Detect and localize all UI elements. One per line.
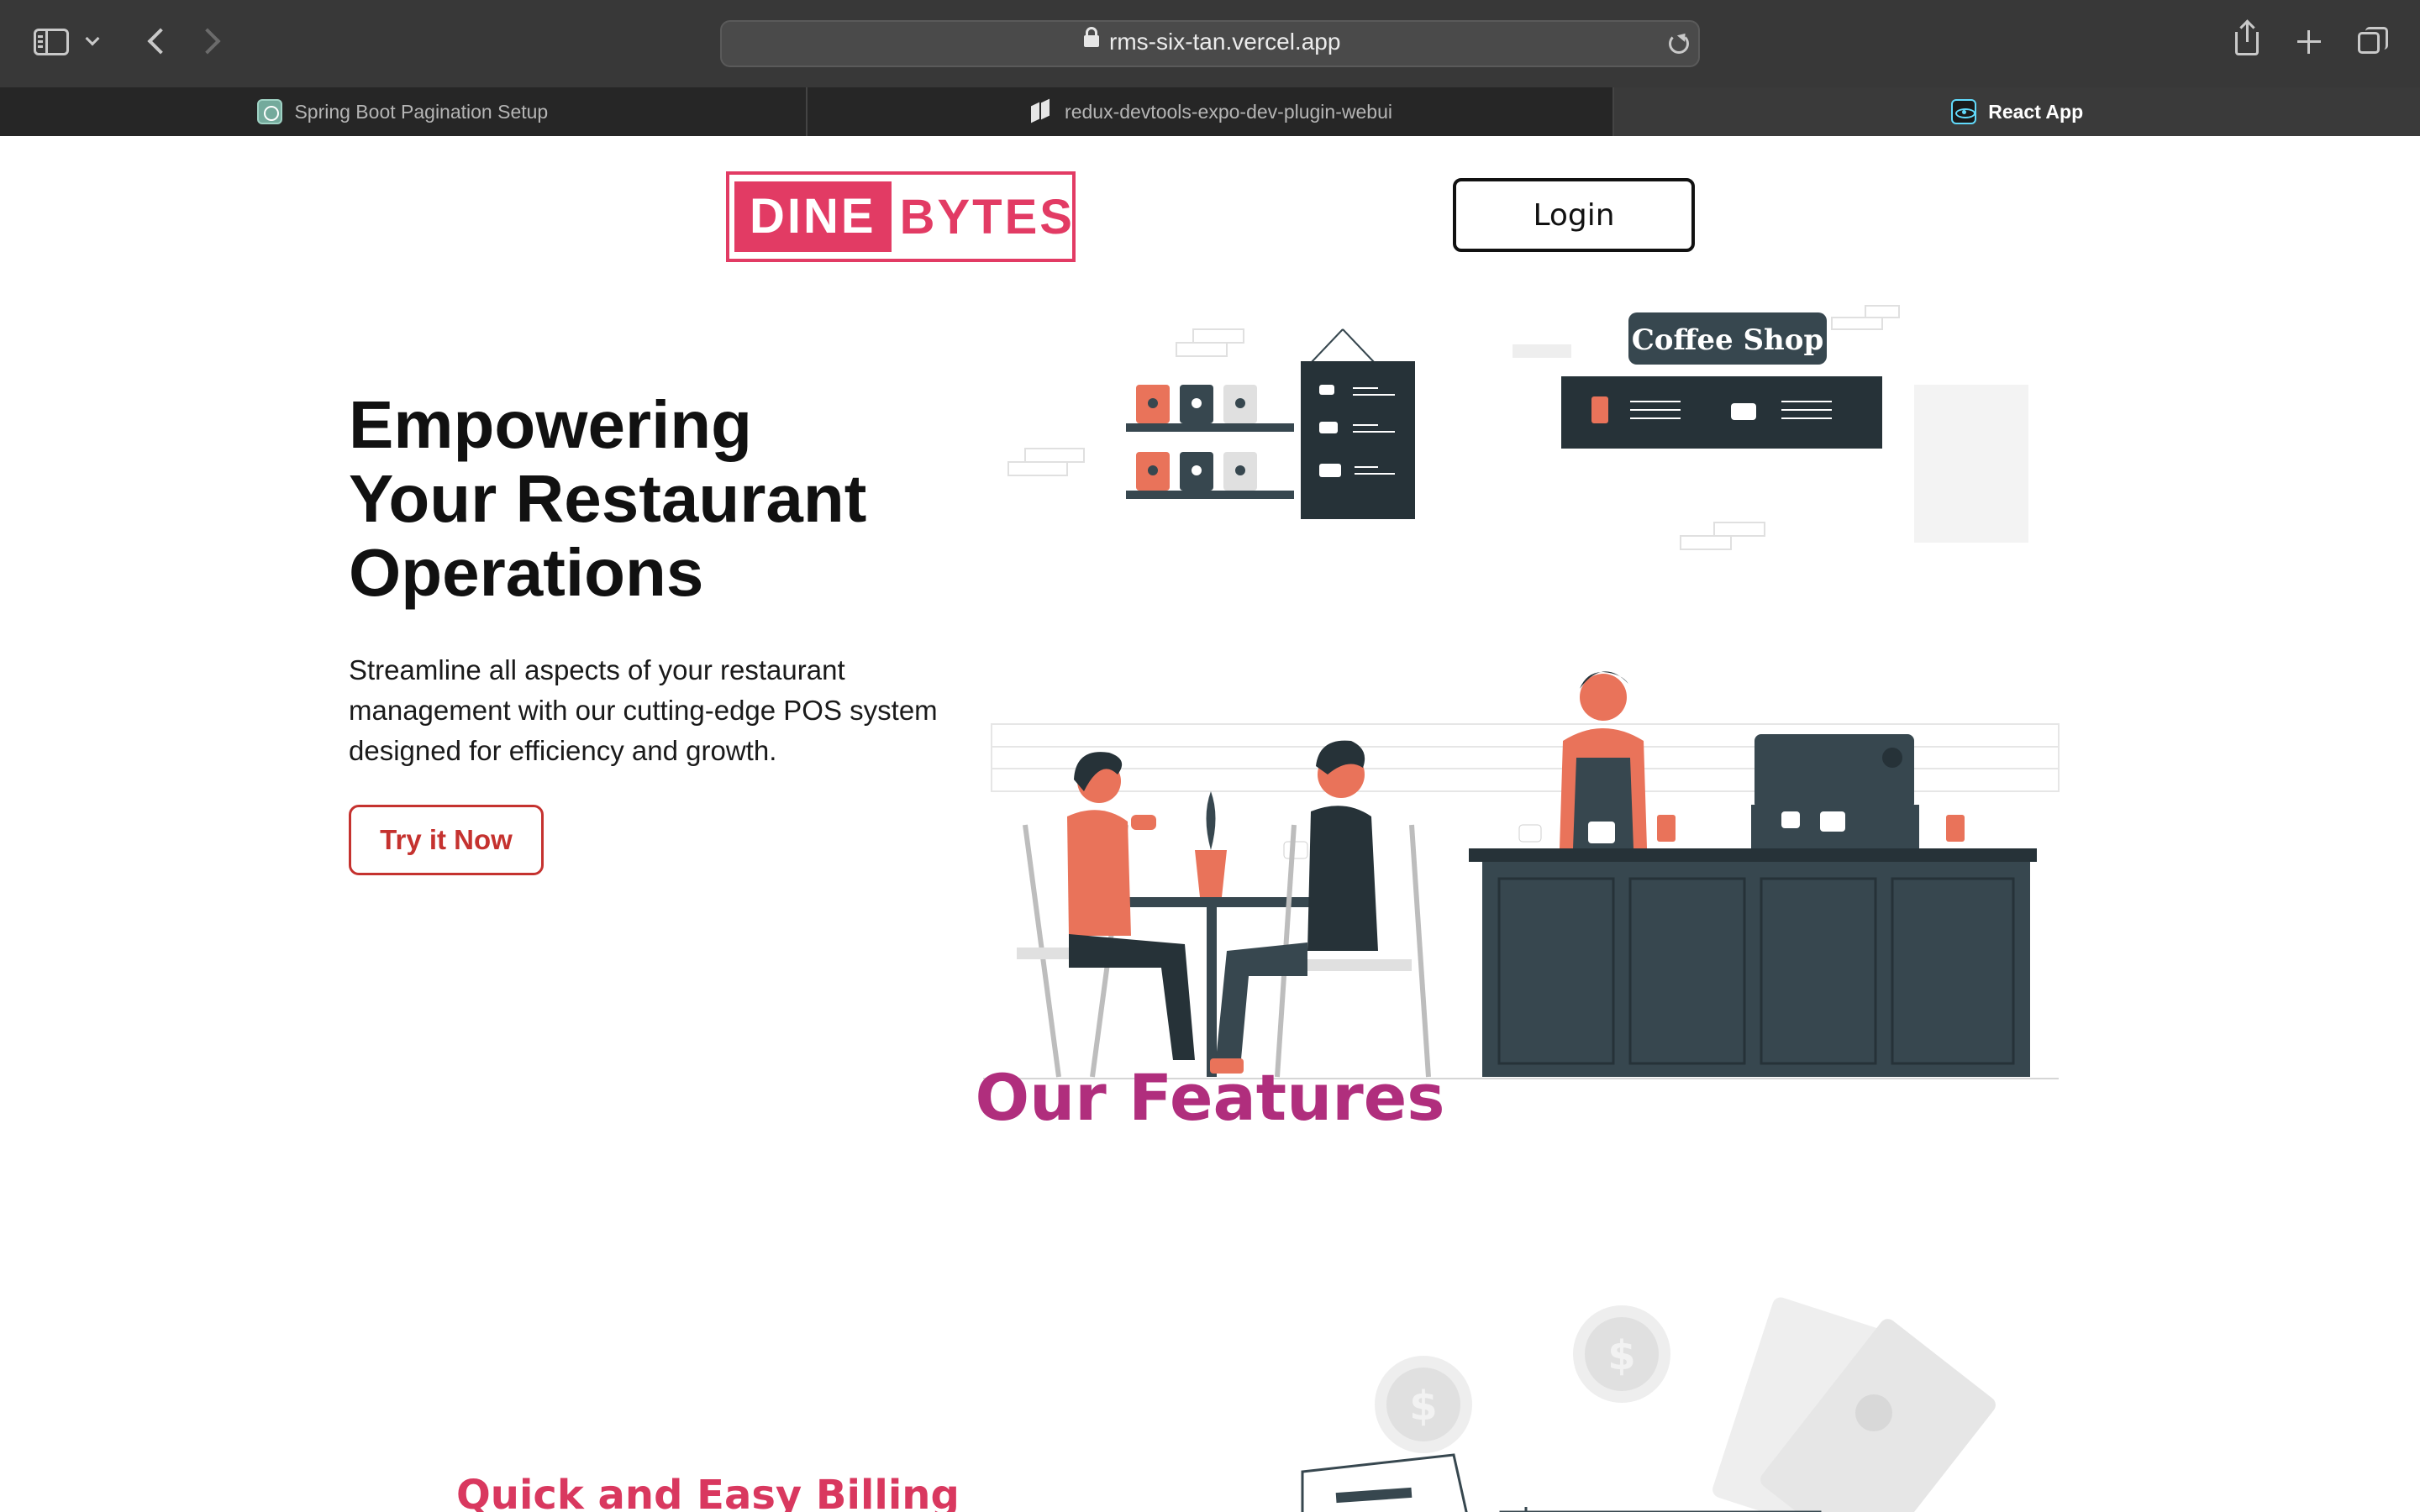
hero-title: Empowering Your Restaurant Operations [349, 388, 954, 610]
hero-title-line: Your Restaurant [349, 461, 867, 536]
features-title: Our Features [975, 1060, 1445, 1135]
forward-arrow-icon[interactable] [194, 28, 221, 55]
repo-icon [1028, 99, 1053, 124]
try-it-now-button[interactable]: Try it Now [349, 805, 544, 875]
sidebar-toggle-icon[interactable] [34, 29, 69, 55]
tab-label: React App [1988, 100, 2084, 123]
chevron-down-icon[interactable] [85, 31, 100, 46]
hero-title-line: Empowering [349, 387, 753, 462]
tab-react-app[interactable]: React App [1614, 87, 2420, 136]
back-arrow-icon[interactable] [147, 28, 174, 55]
url-text[interactable]: rms-six-tan.vercel.app [1109, 29, 1340, 55]
coffee-shop-sign: Coffee Shop [1561, 312, 1882, 449]
counter [1469, 848, 2037, 1077]
coin-icon: $ [1375, 1356, 1472, 1453]
receipt-icon [1301, 1453, 1468, 1512]
logo-bytes: BYTES [899, 189, 1075, 244]
coffee-shop-illustration: Coffee Shop [983, 305, 2060, 1079]
browser-toolbar: rms-six-tan.vercel.app [0, 0, 2420, 87]
tab-spring-boot[interactable]: Spring Boot Pagination Setup [0, 87, 808, 136]
dinebytes-logo[interactable]: DINE BYTES [726, 171, 1076, 262]
share-icon[interactable] [2235, 22, 2259, 55]
coin-icon: $ [1573, 1305, 1670, 1403]
page-content: DINE BYTES Login Empowering Your Restaur… [0, 136, 2420, 1512]
feature-title-billing: Quick and Easy Billing [456, 1472, 960, 1512]
lock-icon [1084, 27, 1099, 47]
tab-label: redux-devtools-expo-dev-plugin-webui [1065, 100, 1392, 123]
reload-icon[interactable] [1669, 34, 1689, 54]
new-tab-icon[interactable] [2297, 30, 2321, 54]
billing-illustration: $ $ [1301, 1297, 1996, 1512]
react-icon [1951, 99, 1977, 124]
menu-board [1301, 328, 1415, 519]
svg-text:$: $ [1607, 1332, 1635, 1379]
tab-overview-icon[interactable] [2358, 27, 2388, 54]
banknotes-icon [1712, 1297, 1996, 1512]
svg-text:$: $ [1409, 1383, 1437, 1430]
logo-dine: DINE [734, 181, 892, 252]
tab-label: Spring Boot Pagination Setup [294, 100, 549, 123]
sign-text: Coffee Shop [1632, 323, 1823, 357]
coffee-shelf [1126, 385, 1294, 499]
login-button[interactable]: Login [1453, 178, 1695, 252]
hero-title-line: Operations [349, 535, 704, 610]
faded-menu-board [1914, 385, 2028, 543]
espresso-machine [1751, 734, 1919, 848]
chatgpt-icon [257, 99, 283, 124]
hero-description: Streamline all aspects of your restauran… [349, 654, 938, 766]
tab-strip: Spring Boot Pagination Setup redux-devto… [0, 87, 2420, 136]
tab-redux-devtools[interactable]: redux-devtools-expo-dev-plugin-webui [808, 87, 1615, 136]
woman-customer [1017, 752, 1195, 1078]
decor-brick [1512, 344, 1571, 358]
